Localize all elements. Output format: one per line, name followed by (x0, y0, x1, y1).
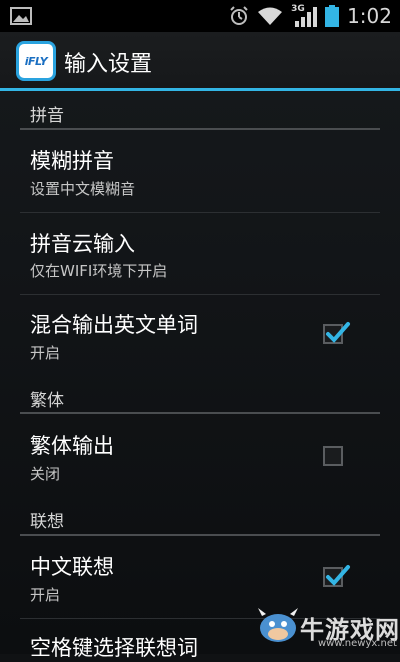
wifi-icon (258, 7, 283, 25)
clock-time: 1:02 (347, 4, 392, 28)
app-icon[interactable]: iFLY (16, 41, 56, 81)
section-divider (20, 412, 380, 414)
app-icon-label: iFLY (24, 54, 48, 68)
section-header-traditional: 繁体 (30, 391, 64, 411)
setting-subtitle: 开启 (30, 344, 61, 362)
signal-icon (295, 7, 318, 27)
section-header-association: 联想 (30, 512, 64, 532)
signal-indicator: 3G (291, 4, 318, 27)
watermark-url: www.newyx.net (318, 638, 397, 649)
setting-subtitle: 设置中文模糊音 (30, 180, 136, 198)
setting-subtitle: 关闭 (30, 465, 61, 483)
page-title: 输入设置 (64, 52, 153, 77)
setting-title: 拼音云输入 (30, 232, 135, 256)
setting-title: 空格键选择联想词 (30, 636, 198, 660)
section-divider (20, 128, 380, 130)
battery-icon (325, 5, 340, 27)
checkmark-icon (326, 565, 350, 586)
setting-subtitle: 开启 (30, 586, 61, 604)
section-divider (20, 534, 380, 536)
item-divider (20, 294, 380, 295)
setting-title: 繁体输出 (30, 434, 114, 458)
alarm-clock-icon (230, 6, 248, 25)
action-bar (0, 32, 400, 90)
mixed-english-checkbox[interactable] (323, 322, 350, 344)
image-notification-icon (10, 7, 32, 25)
item-divider (20, 212, 380, 213)
setting-title: 模糊拼音 (30, 149, 114, 173)
section-header-pinyin: 拼音 (30, 106, 64, 126)
setting-title: 混合输出英文单词 (30, 313, 198, 337)
chinese-association-checkbox[interactable] (323, 565, 350, 587)
setting-title: 中文联想 (30, 555, 114, 579)
checkmark-icon (326, 322, 350, 343)
setting-subtitle: 仅在WIFI环境下开启 (30, 262, 168, 280)
status-bar: 3G 1:02 (0, 0, 400, 32)
traditional-output-checkbox[interactable] (323, 446, 343, 466)
